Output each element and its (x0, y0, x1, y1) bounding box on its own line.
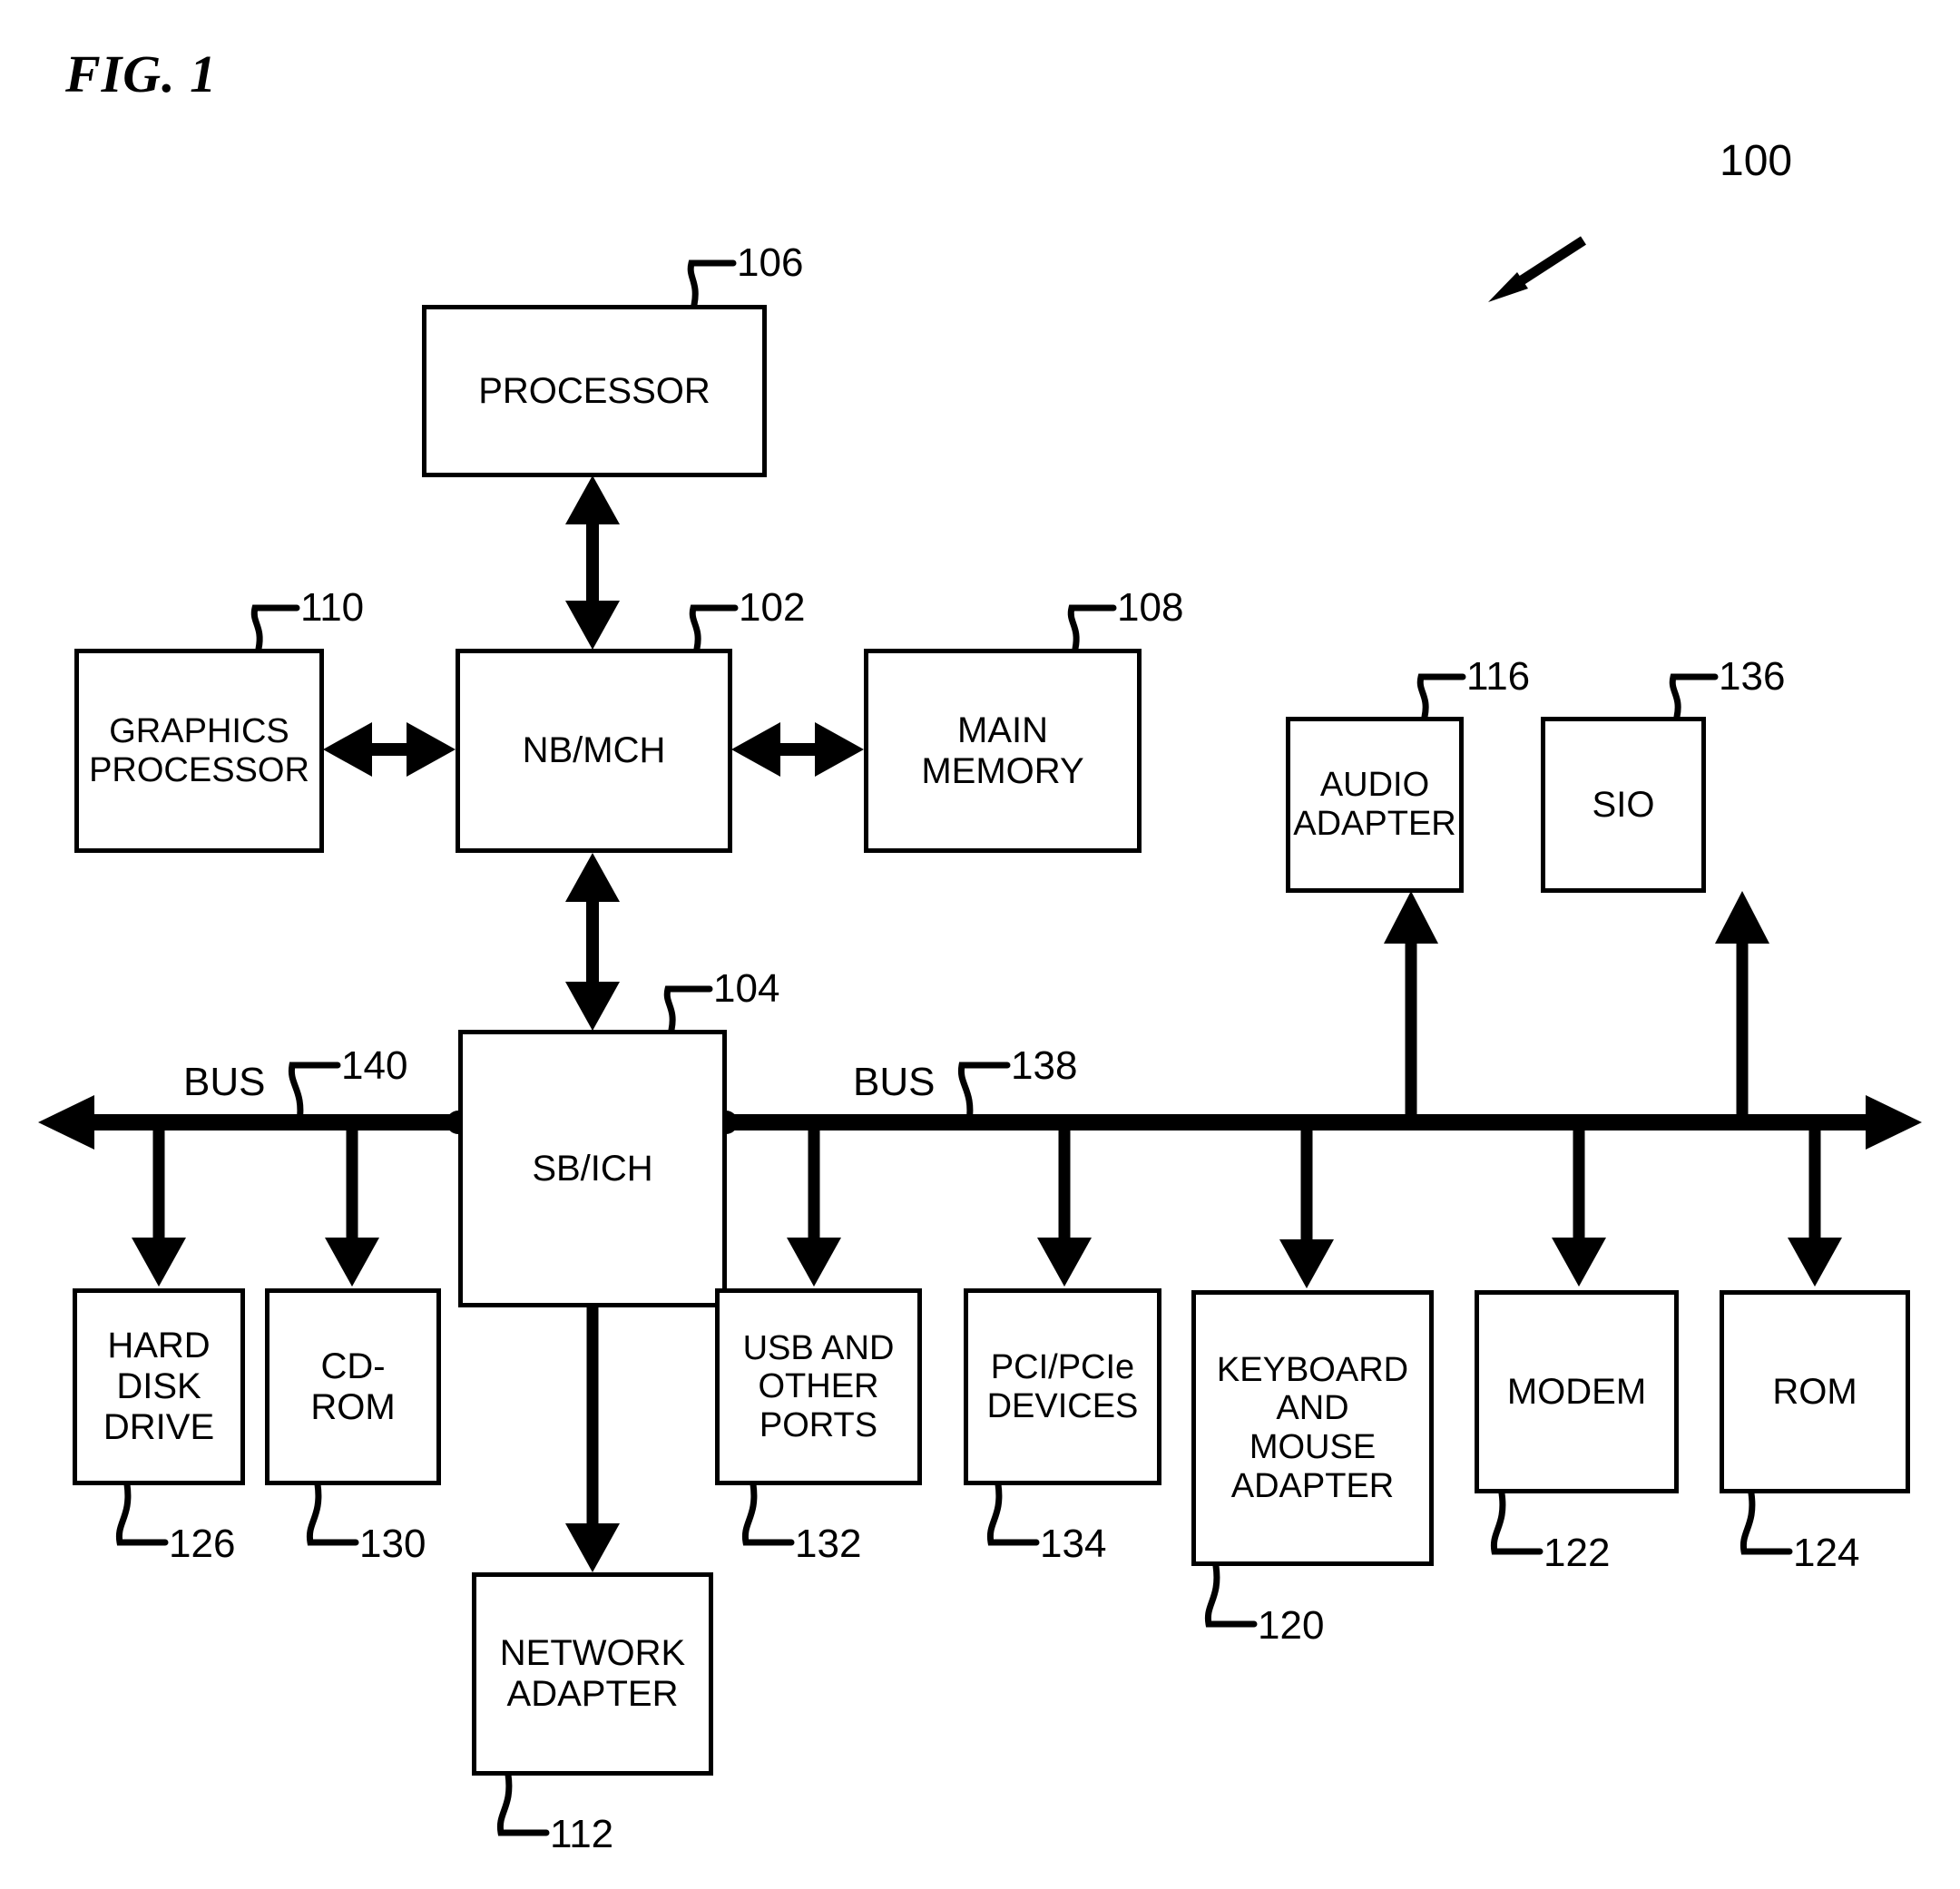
ref-number-102: 102 (739, 585, 806, 630)
node-rom-label: ROM (1772, 1371, 1857, 1412)
bus-line (38, 1095, 1922, 1150)
ref-number-138: 138 (1011, 1043, 1078, 1088)
node-network-adapter-label: NETWORK ADAPTER (499, 1633, 686, 1714)
node-nb-mch-label: NB/MCH (522, 730, 666, 771)
link-bus-usb (787, 1122, 841, 1287)
ref-number-136: 136 (1719, 654, 1786, 699)
node-graphics-processor[interactable]: GRAPHICS PROCESSOR (74, 649, 324, 853)
ref-number-104: 104 (713, 966, 780, 1011)
node-processor[interactable]: PROCESSOR (422, 305, 767, 477)
node-pci-pcie-devices-label: PCI/PCIe DEVICES (986, 1347, 1139, 1425)
ref-number-140: 140 (341, 1043, 408, 1088)
bus-label-right: BUS (853, 1060, 936, 1104)
link-graphics-nbmch (323, 722, 456, 777)
link-bus-modem (1552, 1122, 1606, 1287)
node-usb-and-other-ports[interactable]: USB AND OTHER PORTS (715, 1288, 922, 1485)
ref-number-120: 120 (1258, 1603, 1325, 1648)
node-rom[interactable]: ROM (1720, 1290, 1910, 1493)
link-bus-sio (1715, 891, 1769, 1122)
bus-label-left: BUS (183, 1060, 266, 1104)
ref-number-112: 112 (550, 1812, 614, 1856)
node-modem[interactable]: MODEM (1475, 1290, 1679, 1493)
patent-figure-1: FIG. 1 100 PROCESSOR GRAPHICS PROCESSOR … (0, 0, 1960, 1889)
link-bus-audio (1384, 891, 1438, 1122)
node-pci-pcie-devices[interactable]: PCI/PCIe DEVICES (964, 1288, 1161, 1485)
node-usb-and-other-ports-label: USB AND OTHER PORTS (742, 1328, 895, 1444)
node-cd-rom[interactable]: CD- ROM (265, 1288, 441, 1485)
link-bus-cdrom (325, 1122, 379, 1287)
node-keyboard-and-mouse-adapter-label: KEYBOARD AND MOUSE ADAPTER (1216, 1350, 1409, 1505)
ref-number-126: 126 (169, 1522, 236, 1566)
link-bus-rom (1788, 1122, 1842, 1287)
node-main-memory[interactable]: MAIN MEMORY (864, 649, 1142, 853)
link-bus-keyboard (1279, 1122, 1334, 1288)
node-sb-ich-label: SB/ICH (532, 1148, 653, 1189)
link-processor-nbmch (565, 475, 620, 650)
link-nbmch-mainmemory (731, 722, 864, 777)
node-network-adapter[interactable]: NETWORK ADAPTER (472, 1572, 713, 1776)
link-bus-hdd (132, 1122, 186, 1287)
ref-number-116: 116 (1466, 654, 1531, 699)
system-pointer-arrow (1488, 236, 1586, 302)
node-sio-label: SIO (1592, 784, 1655, 825)
node-graphics-processor-label: GRAPHICS PROCESSOR (89, 711, 309, 789)
node-nb-mch[interactable]: NB/MCH (456, 649, 732, 853)
node-hard-disk-drive[interactable]: HARD DISK DRIVE (73, 1288, 245, 1485)
figure-title: FIG. 1 (65, 44, 218, 103)
ref-number-122: 122 (1544, 1531, 1611, 1575)
node-main-memory-label: MAIN MEMORY (921, 710, 1084, 791)
ref-number-130: 130 (359, 1522, 426, 1566)
ref-number-108: 108 (1117, 585, 1184, 630)
link-nbmch-sbich (565, 853, 620, 1031)
node-sb-ich[interactable]: SB/ICH (458, 1030, 727, 1307)
ref-number-134: 134 (1040, 1522, 1107, 1566)
node-keyboard-and-mouse-adapter[interactable]: KEYBOARD AND MOUSE ADAPTER (1191, 1290, 1434, 1566)
node-hard-disk-drive-label: HARD DISK DRIVE (103, 1326, 215, 1447)
ref-number-106: 106 (737, 240, 804, 285)
connector-overlay (38, 236, 1922, 1836)
node-audio-adapter[interactable]: AUDIO ADAPTER (1286, 717, 1464, 893)
node-sio[interactable]: SIO (1541, 717, 1706, 893)
link-sbich-network (565, 1307, 620, 1572)
ref-number-110: 110 (300, 585, 365, 630)
link-bus-pci (1037, 1122, 1092, 1287)
node-cd-rom-label: CD- ROM (310, 1346, 396, 1427)
node-processor-label: PROCESSOR (478, 370, 710, 411)
node-modem-label: MODEM (1506, 1371, 1647, 1412)
ref-number-132: 132 (795, 1522, 862, 1566)
node-audio-adapter-label: AUDIO ADAPTER (1293, 766, 1456, 843)
ref-number-124: 124 (1793, 1531, 1860, 1575)
system-reference-number: 100 (1720, 137, 1793, 185)
